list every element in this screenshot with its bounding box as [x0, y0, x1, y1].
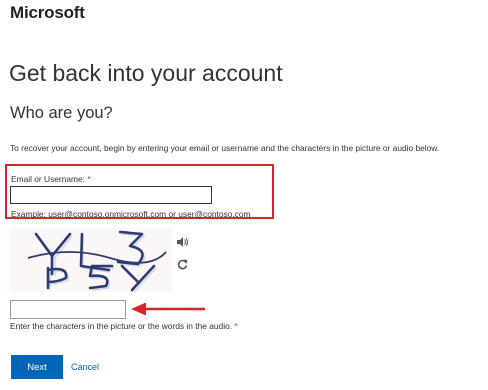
arrow-annotation	[130, 302, 206, 316]
captcha-image	[10, 228, 172, 293]
arrow-left-icon	[131, 302, 205, 316]
audio-button[interactable]	[176, 236, 188, 248]
required-marker: *	[234, 321, 238, 331]
captcha-input[interactable]	[10, 300, 126, 319]
next-button[interactable]: Next	[11, 355, 63, 379]
email-input[interactable]	[10, 186, 212, 204]
captcha-image-graphic	[10, 228, 172, 293]
refresh-button[interactable]	[176, 258, 188, 270]
refresh-icon	[177, 259, 187, 269]
cancel-link[interactable]: Cancel	[71, 362, 99, 372]
captcha-hint: Enter the characters in the picture or t…	[10, 321, 238, 331]
email-example-text: Example: user@contoso.onmicrosoft.com or…	[11, 209, 251, 219]
instruction-text: To recover your account, begin by enteri…	[10, 143, 440, 153]
email-label: Email or Username: *	[11, 174, 91, 184]
captcha-hint-text: Enter the characters in the picture or t…	[10, 321, 233, 331]
microsoft-logo: Microsoft	[10, 3, 85, 22]
email-label-text: Email or Username:	[11, 174, 86, 184]
speaker-icon	[176, 237, 188, 247]
required-marker: *	[87, 174, 91, 184]
page-subtitle: Who are you?	[10, 104, 113, 122]
page-title: Get back into your account	[9, 60, 283, 86]
